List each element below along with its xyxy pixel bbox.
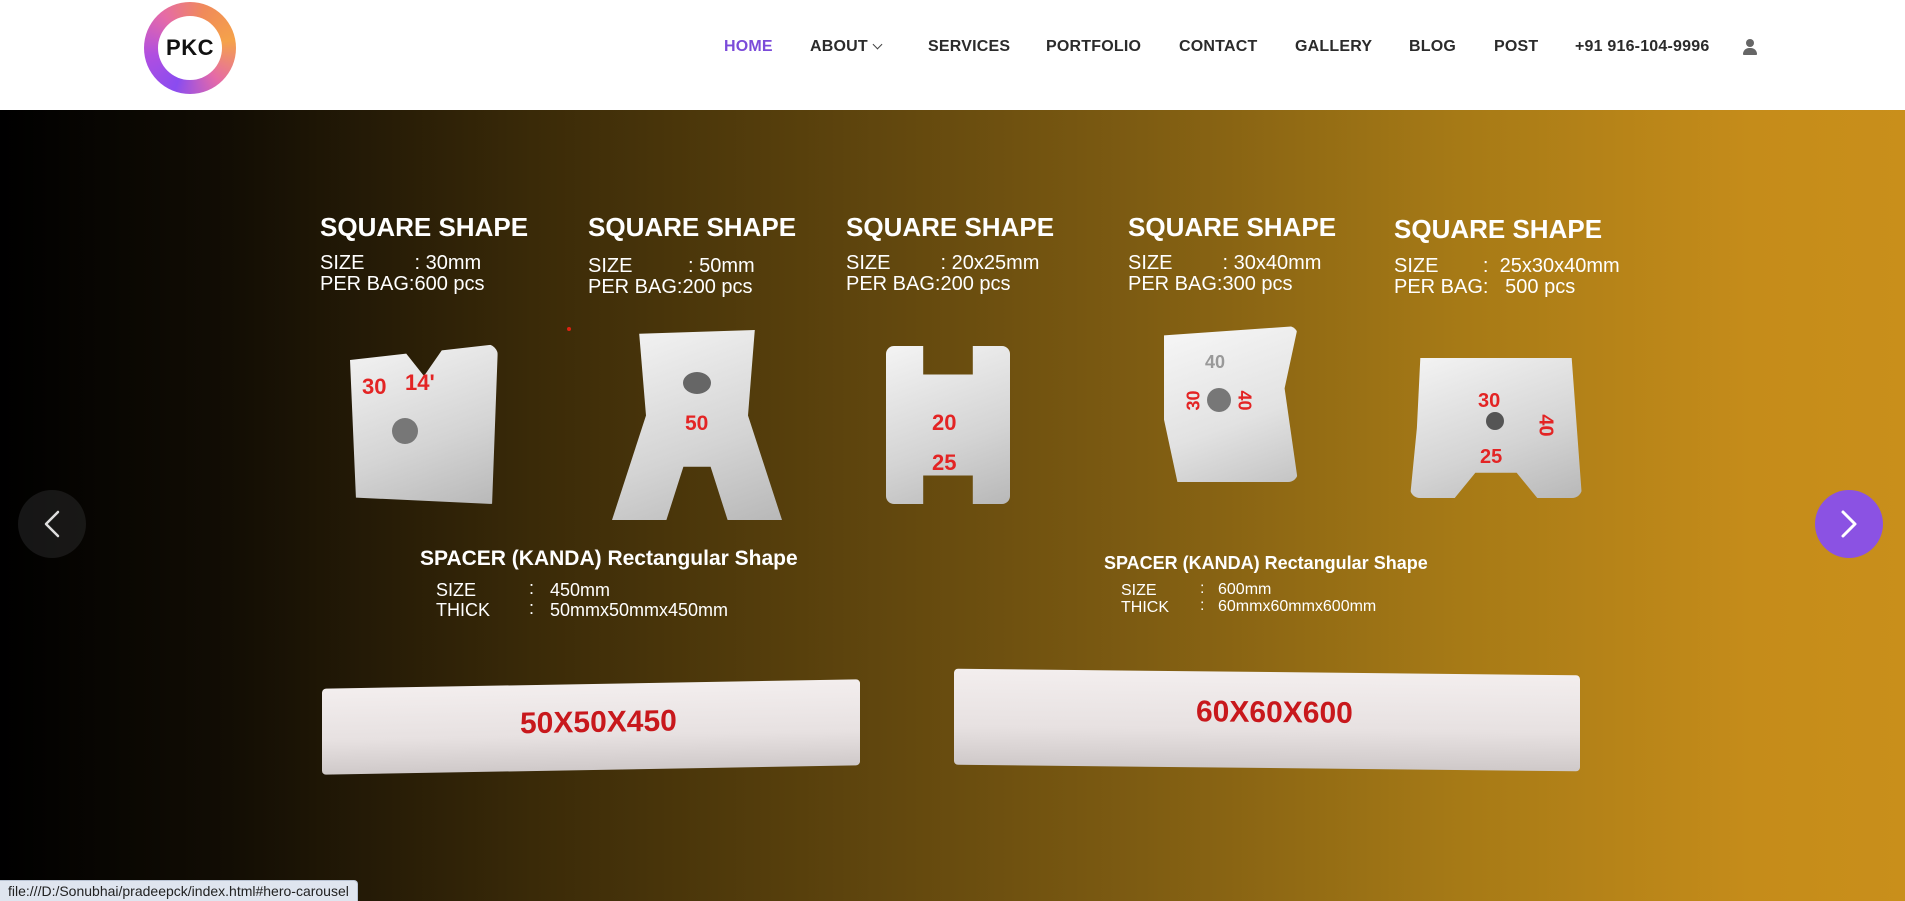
spacer-hole (1486, 412, 1504, 430)
decorative-dot (567, 327, 571, 331)
product-title: SQUARE SHAPE (846, 212, 1055, 242)
rect-thick-sep: : (529, 598, 535, 618)
rect-size-value: 600mm (1218, 581, 1272, 598)
product-per-bag: PER BAG:200 pcs (846, 273, 1011, 295)
logo[interactable]: PKC (144, 2, 236, 94)
user-icon-body (1743, 48, 1757, 55)
product-title: SQUARE SHAPE (588, 212, 797, 242)
rect-thick-value: 60mmx60mmx600mm (1218, 598, 1377, 615)
rect-size-label: SIZE (1121, 582, 1157, 599)
logo-inner: PKC (158, 16, 222, 80)
spacer-mark: 40 (1205, 352, 1226, 372)
carousel-next-button[interactable] (1815, 490, 1883, 558)
rect-thick-label: THICK (1121, 599, 1169, 616)
rect-size-value: 450mm (550, 580, 611, 600)
rect-bar-450: 50X50X450 (322, 679, 860, 775)
product-per-bag: PER BAG:200 pcs (588, 276, 753, 298)
product-per-bag: PER BAG:600 pcs (320, 273, 485, 295)
rect-size-sep: : (529, 578, 535, 598)
nav-about[interactable]: ABOUT (810, 38, 883, 56)
chevron-right-icon (1841, 510, 1857, 538)
rect-spacer-title: SPACER (KANDA) Rectangular Shape (420, 547, 798, 570)
nav-blog[interactable]: BLOG (1409, 38, 1456, 56)
product-per-bag: PER BAG:300 pcs (1128, 273, 1293, 295)
spacer-mark: 30 (1183, 390, 1204, 411)
chevron-down-icon (872, 39, 883, 50)
product-title: SQUARE SHAPE (1128, 212, 1337, 242)
spacer-hole (392, 418, 418, 444)
site-header: PKC HOME ABOUT SERVICES PORTFOLIO CONTAC… (0, 0, 1905, 110)
spacer-mark: 30 (362, 374, 387, 399)
product-size: SIZE : 25x30x40mm (1394, 255, 1620, 277)
product-size: SIZE : 20x25mm (846, 252, 1040, 274)
rect-size-sep: : (1200, 580, 1205, 597)
product-size: SIZE : 30x40mm (1128, 252, 1322, 274)
logo-text: PKC (166, 35, 214, 60)
spacer-mark: 25 (1480, 446, 1503, 468)
browser-status-url: file:///D:/Sonubhai/pradeepck/index.html… (0, 880, 358, 901)
spacer-mark: 14' (405, 370, 435, 395)
user-icon[interactable] (1742, 39, 1758, 57)
nav-about-label: ABOUT (810, 38, 868, 55)
nav-gallery[interactable]: GALLERY (1295, 38, 1372, 56)
nav-portfolio[interactable]: PORTFOLIO (1046, 38, 1141, 56)
spacer-mark: 40 (1534, 414, 1557, 437)
spacer-mark: 20 (932, 410, 957, 435)
spacer-hole (683, 372, 711, 394)
product-title: SQUARE SHAPE (1394, 214, 1603, 244)
nav-phone[interactable]: +91 916-104-9996 (1575, 38, 1709, 56)
rect-thick-value: 50mmx50mmx450mm (550, 600, 729, 620)
rect-spacer-title: SPACER (KANDA) Rectangular Shape (1104, 553, 1428, 573)
spacer-mark: 25 (932, 450, 957, 475)
spacer-mark: 30 (1478, 390, 1501, 412)
spacer-mark: 40 (1234, 390, 1255, 411)
rect-bar-label: 60X60X600 (1196, 695, 1353, 730)
nav-home[interactable]: HOME (724, 38, 773, 56)
nav-post[interactable]: POST (1494, 38, 1538, 56)
nav-services[interactable]: SERVICES (928, 38, 1010, 56)
product-size: SIZE : 50mm (588, 255, 755, 277)
carousel-prev-button[interactable] (18, 490, 86, 558)
rect-size-label: SIZE (436, 580, 477, 600)
spacer-hole (1207, 388, 1231, 412)
nav-contact[interactable]: CONTACT (1179, 38, 1257, 56)
spacer-mark: 50 (685, 412, 709, 435)
rect-bar-label: 50X50X450 (520, 704, 677, 741)
chevron-left-icon (44, 510, 60, 538)
rect-thick-sep: : (1200, 597, 1205, 614)
product-title: SQUARE SHAPE (320, 212, 529, 242)
rect-thick-label: THICK (436, 600, 490, 620)
product-size: SIZE : 30mm (320, 252, 482, 274)
product-per-bag: PER BAG: 500 pcs (1394, 276, 1576, 298)
rect-bar-600: 60X60X600 (954, 668, 1580, 772)
user-icon-head (1746, 39, 1754, 47)
